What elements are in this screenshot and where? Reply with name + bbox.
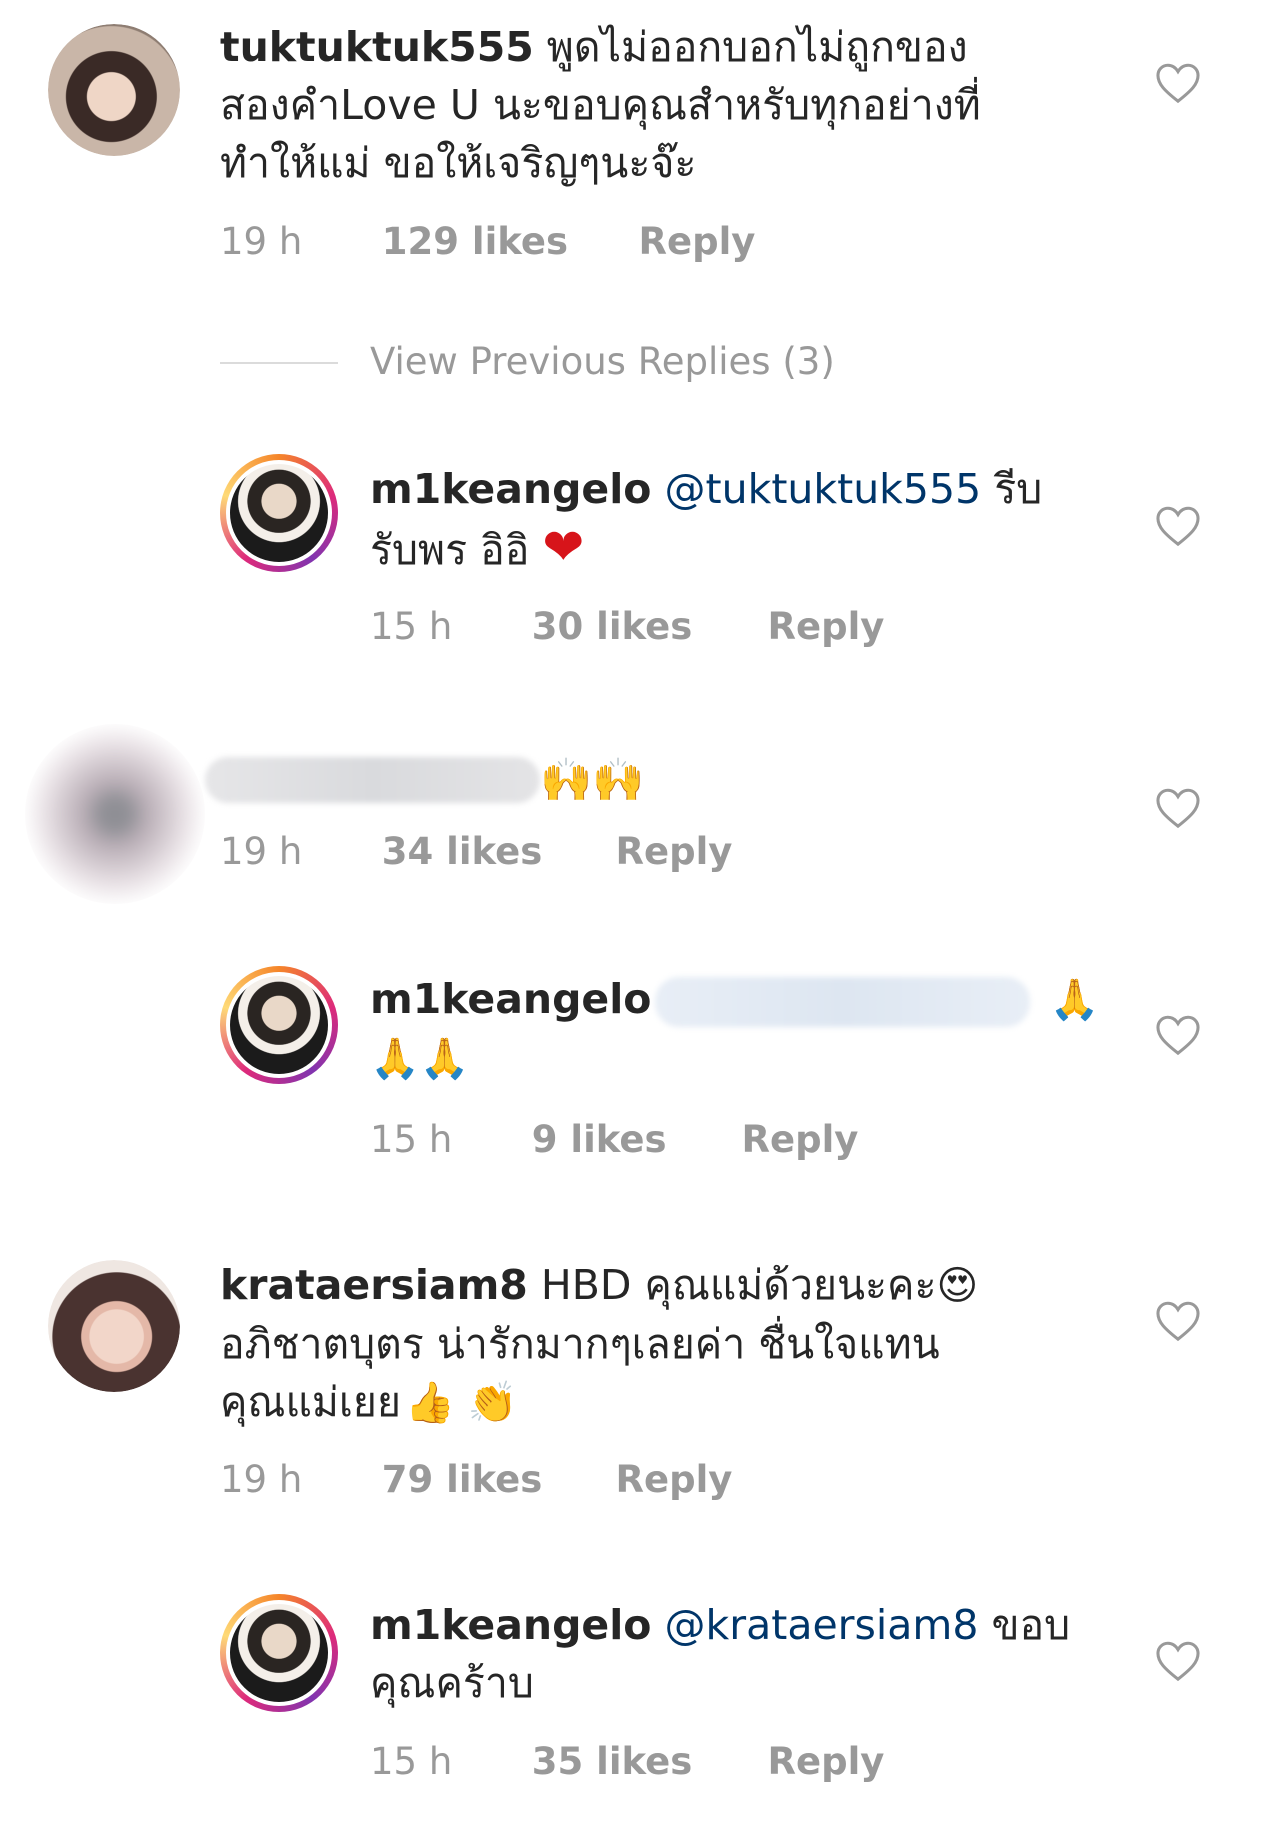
reply-button[interactable]: Reply [768,605,885,648]
comment-text: พูดไม่ออกบอกไม่ถูกของ [546,23,968,71]
comment-text: ขอบ [978,1601,1071,1649]
avatar-photo [230,464,328,562]
comment-meta: 19 h 79 likes Reply [220,1458,732,1501]
avatar-inner [226,972,332,1078]
avatar-photo [25,724,205,904]
comment-username[interactable]: m1keangelo [370,975,651,1023]
avatar[interactable] [48,24,180,156]
avatar-photo [48,24,180,156]
comment-username[interactable]: tuktuktuk555 [220,23,534,71]
comment-username[interactable]: m1keangelo [370,1601,651,1649]
comment-text-line2: อภิชาตบุตร น่ารักมากๆเลยค่า ชื่นใจแทน [220,1320,940,1368]
comment-meta: 15 h 9 likes Reply [370,1118,858,1161]
heart-outline-icon[interactable] [1155,1014,1201,1056]
avatar-photo [48,1260,180,1392]
comment-likes[interactable]: 34 likes [382,830,604,873]
comment-meta: 15 h 35 likes Reply [370,1740,884,1783]
avatar[interactable] [48,1260,180,1392]
comment-likes[interactable]: 30 likes [532,605,756,648]
mention-link[interactable]: @tuktuktuk555 [665,465,982,513]
reply-button[interactable]: Reply [616,830,733,873]
reply-button[interactable]: Reply [742,1118,859,1161]
heart-outline-icon[interactable] [1155,787,1201,829]
comment-meta: 15 h 30 likes Reply [370,605,884,648]
comment-text-line2: คุณคร้าบ [370,1659,534,1707]
folded-hands-emoji-line2: 🙏🙏 [370,1036,470,1082]
raising-hands-emoji: 🙌🙌 [540,755,645,804]
comment-likes[interactable]: 129 likes [382,220,627,263]
avatar[interactable] [220,454,338,572]
comment-body: krataersiam8 HBD คุณแม่ด้วยนะคะ😍 อภิชาตบ… [220,1256,1120,1432]
comment-username[interactable]: m1keangelo [370,465,651,513]
comment-body: tuktuktuk555 พูดไม่ออกบอกไม่ถูกของ สองคำ… [220,18,1120,192]
comment-body: m1keangelo @krataersiam8 ขอบ คุณคร้าบ [370,1596,1130,1712]
comment-text-line2: สองคำLove U นะขอบคุณสำหรับทุกอย่างที่ [220,81,981,129]
comment-text-line2: รับพร อิอิ [370,526,543,574]
comment-meta: 19 h 129 likes Reply [220,220,755,263]
comment-body: 🙌🙌 [205,748,1105,809]
comment-time: 15 h [370,1118,453,1161]
avatar-blurred[interactable] [25,724,205,904]
reply-button[interactable]: Reply [639,220,756,263]
comment-time: 15 h [370,1740,453,1783]
avatar[interactable] [220,966,338,1084]
thumbs-clap-emoji: 👍 👏 [404,1380,518,1426]
comment-text-line3: คุณแม่เยย [220,1378,401,1426]
comment-likes[interactable]: 35 likes [532,1740,756,1783]
heart-eyes-emoji: 😍 [936,1263,979,1309]
mention-link[interactable]: @krataersiam8 [665,1601,979,1649]
comment-likes[interactable]: 79 likes [382,1458,604,1501]
comment-meta: 19 h 34 likes Reply [220,830,732,873]
avatar-photo [230,976,328,1074]
red-heart-emoji: ❤ [542,518,585,576]
comment-text: รีบ [981,465,1043,513]
comment-time: 19 h [220,220,303,263]
comment-time: 19 h [220,1458,303,1501]
comment-likes[interactable]: 9 likes [532,1118,730,1161]
redacted-mention [655,977,1031,1027]
comment-time: 15 h [370,605,453,648]
avatar-inner [226,1600,332,1706]
redacted-username [205,757,540,803]
heart-outline-icon[interactable] [1155,1300,1201,1342]
avatar[interactable] [220,1594,338,1712]
comment-time: 19 h [220,830,303,873]
heart-outline-icon[interactable] [1155,505,1201,547]
folded-hands-emoji: 🙏 [1049,977,1100,1023]
reply-button[interactable]: Reply [616,1458,733,1501]
divider [220,362,338,364]
comment-text: HBD คุณแม่ด้วยนะคะ [527,1261,937,1309]
comment-body: m1keangelo 🙏 🙏🙏 [370,970,1130,1088]
comment-body: m1keangelo @tuktuktuk555 รีบ รับพร อิอิ … [370,460,1130,579]
avatar-photo [230,1604,328,1702]
view-previous-replies[interactable]: View Previous Replies (3) [370,340,835,383]
avatar-inner [226,460,332,566]
heart-outline-icon[interactable] [1155,62,1201,104]
heart-outline-icon[interactable] [1155,1640,1201,1682]
reply-button[interactable]: Reply [768,1740,885,1783]
comment-text-line3: ทำให้แม่ ขอให้เจริญๆนะจ๊ะ [220,139,697,187]
comment-username[interactable]: krataersiam8 [220,1261,528,1309]
